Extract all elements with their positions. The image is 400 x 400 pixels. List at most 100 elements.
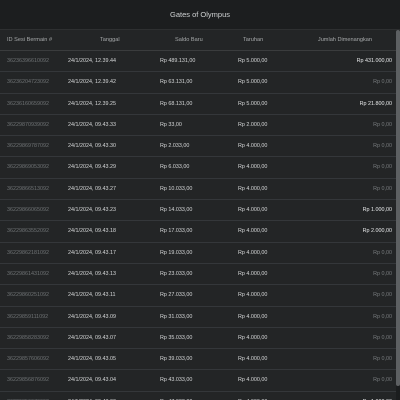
cell-win-amount: Rp 1.000,00	[362, 207, 392, 214]
table-row[interactable]: 36229866513092 24/1/2024, 09.43.27 Rp 10.0…	[0, 179, 396, 201]
cell-win-amount: Rp 0,00	[373, 313, 392, 320]
table-row[interactable]: 36236204723092 24/1/2024, 12.39.42 Rp 63.1…	[0, 72, 396, 94]
cell-win-amount: Rp 0,00	[373, 377, 392, 384]
cell-session-id: 36229860251092	[7, 292, 49, 299]
table-row[interactable]: 36229860251092 24/1/2024, 09.43.11 Rp 27.0…	[0, 285, 396, 307]
cell-balance: Rp 35.033,00	[160, 334, 193, 341]
cell-bet: Rp 4.000,00	[238, 292, 268, 299]
table-row[interactable]: 36236160659092 24/1/2024, 12.39.25 Rp 68.1…	[0, 94, 396, 115]
cell-bet: Rp 4.000,00	[238, 207, 268, 214]
table-row[interactable]: 36229859111092 24/1/2024, 09.43.09 Rp 31.0…	[0, 307, 396, 328]
cell-date: 24/1/2024, 09.43.17	[68, 249, 116, 256]
cell-balance: Rp 10.033,00	[160, 185, 193, 192]
cell-bet: Rp 4.000,00	[238, 228, 268, 235]
table-row[interactable]: 36236396610092 24/1/2024, 12.39.44 Rp 489.…	[0, 51, 396, 73]
cell-win-amount: Rp 0,00	[373, 292, 392, 299]
cell-bet: Rp 4.000,00	[238, 392, 267, 400]
cell-session-id: 36229856876092	[7, 377, 49, 384]
cell-session-id: 36229858283092	[7, 334, 49, 341]
table-row[interactable]: 36229869053092 24/1/2024, 09.43.29 Rp 6.03…	[0, 157, 396, 179]
scrollbar[interactable]	[396, 30, 400, 400]
cell-balance: Rp 2.033,00	[160, 143, 190, 150]
game-history-panel: Gates of Olympus ID Sesi Bermain # Tangg…	[0, 0, 400, 400]
cell-session-id: 36229863552092	[7, 228, 49, 235]
cell-balance: Rp 33,00	[160, 121, 182, 128]
cell-session-id: 36229862181092	[7, 249, 49, 256]
cell-bet: Rp 2.000,00	[238, 121, 268, 128]
cell-win-amount: Rp 21.800,00	[359, 100, 392, 107]
cell-win-amount: Rp 2.000,00	[362, 228, 392, 235]
cell-session-id: 36229870939092	[7, 121, 49, 128]
cell-date: 24/1/2024, 09.43.11	[68, 292, 116, 299]
cell-balance: Rp 27.033,00	[160, 292, 193, 299]
cell-bet: Rp 4.000,00	[238, 185, 268, 192]
column-header-id: ID Sesi Bermain #	[7, 37, 53, 43]
table-row[interactable]: 36229856876092 24/1/2024, 09.43.04 Rp 43.0…	[0, 370, 396, 392]
column-header-win: Jumlah Dimenangkan	[317, 37, 372, 43]
cell-balance: Rp 489.131,00	[160, 58, 196, 64]
title-bar: Gates of Olympus	[0, 0, 400, 30]
cell-date: 24/1/2024, 09.43.05	[68, 356, 116, 363]
cell-date: 24/1/2024, 12.39.42	[68, 79, 116, 86]
table-row[interactable]: 36229866065092 24/1/2024, 09.43.23 Rp 14.0…	[0, 200, 396, 222]
cell-balance: Rp 47.033,00	[160, 392, 192, 400]
cell-balance: Rp 31.033,00	[160, 313, 193, 320]
page-title: Gates of Olympus	[169, 10, 231, 19]
cell-bet: Rp 5.000,00	[238, 79, 268, 86]
cell-date: 24/1/2024, 09.43.07	[68, 334, 116, 341]
cell-date: 24/1/2024, 09.43.13	[68, 270, 116, 277]
cell-session-id: 36236204723092	[7, 79, 49, 86]
cell-win-amount: Rp 0,00	[373, 143, 392, 150]
table-row[interactable]: 36229857606092 24/1/2024, 09.43.05 Rp 39.0…	[0, 349, 396, 371]
table-row[interactable]: 36229856070092 24/1/2024, 09.43.00 Rp 47.0…	[0, 392, 396, 400]
cell-balance: Rp 19.033,00	[160, 249, 193, 256]
cell-bet: Rp 4.000,00	[238, 334, 268, 341]
cell-win-amount: Rp 0,00	[373, 185, 392, 192]
scrollbar-thumb[interactable]	[396, 30, 400, 386]
cell-bet: Rp 4.000,00	[238, 270, 268, 277]
cell-bet: Rp 4.000,00	[238, 377, 268, 384]
cell-session-id: 36229866513092	[7, 185, 49, 192]
cell-session-id: 36229866065092	[7, 207, 49, 214]
column-header-date: Tanggal	[100, 37, 120, 43]
cell-date: 24/1/2024, 12.39.25	[68, 100, 116, 107]
cell-bet: Rp 4.000,00	[238, 164, 268, 171]
cell-bet: Rp 4.000,00	[238, 249, 268, 256]
cell-bet: Rp 4.000,00	[238, 313, 268, 320]
cell-date: 24/1/2024, 09.43.27	[68, 185, 116, 192]
cell-win-amount: Rp 0,00	[373, 79, 392, 86]
cell-win-amount: Rp 0,00	[373, 356, 392, 363]
cell-win-amount: Rp 0,00	[373, 270, 392, 277]
cell-date: 24/1/2024, 09.43.23	[68, 207, 116, 214]
cell-win-amount: Rp 1.000,00	[363, 392, 392, 400]
table-row[interactable]: 36229858283092 24/1/2024, 09.43.07 Rp 35.0…	[0, 328, 396, 350]
table-row[interactable]: 36229862181092 24/1/2024, 09.43.17 Rp 19.0…	[0, 243, 396, 264]
cell-date: 24/1/2024, 09.43.33	[68, 121, 116, 128]
table-row[interactable]: 36229869787092 24/1/2024, 09.43.30 Rp 2.03…	[0, 136, 396, 158]
cell-win-amount: Rp 0,00	[373, 249, 392, 256]
cell-session-id: 36236160659092	[7, 100, 49, 107]
cell-bet: Rp 4.000,00	[238, 143, 268, 150]
cell-session-id: 36229861431092	[7, 270, 49, 277]
cell-win-amount: Rp 431.000,00	[356, 58, 392, 64]
cell-win-amount: Rp 0,00	[373, 121, 392, 128]
cell-win-amount: Rp 0,00	[373, 164, 392, 171]
cell-date: 24/1/2024, 09.43.30	[68, 143, 116, 150]
cell-balance: Rp 63.131,00	[160, 79, 193, 86]
cell-balance: Rp 23.033,00	[160, 270, 193, 277]
cell-balance: Rp 43.033,00	[160, 377, 193, 384]
column-header-bet: Taruhan	[243, 37, 264, 43]
cell-balance: Rp 6.033,00	[160, 164, 190, 171]
table-row[interactable]: 36229861431092 24/1/2024, 09.43.13 Rp 23.0…	[0, 264, 396, 286]
table-row[interactable]: 36229870939092 24/1/2024, 09.43.33 Rp 33,0…	[0, 115, 396, 137]
table-header: ID Sesi Bermain # Tanggal Saldo Baru Tar…	[0, 30, 396, 51]
cell-session-id: 36229869787092	[7, 143, 49, 150]
cell-session-id: 36229859111092	[7, 313, 49, 320]
cell-date: 24/1/2024, 12.39.44	[68, 58, 116, 64]
cell-date: 24/1/2024, 09.43.29	[68, 164, 116, 171]
cell-date: 24/1/2024, 09.43.04	[68, 377, 116, 384]
cell-bet: Rp 5.000,00	[238, 100, 268, 107]
cell-bet: Rp 4.000,00	[238, 356, 268, 363]
cell-session-id: 36229869053092	[7, 164, 49, 171]
table-row[interactable]: 36229863552092 24/1/2024, 09.43.18 Rp 17.0…	[0, 221, 396, 243]
